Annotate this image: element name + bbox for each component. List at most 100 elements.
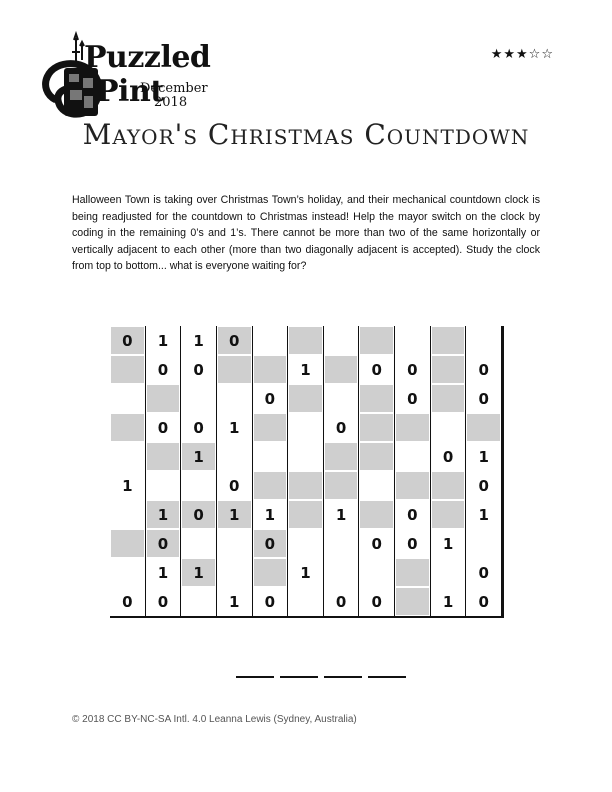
grid-cell[interactable]: 0 (110, 326, 146, 355)
grid-cell[interactable] (288, 500, 324, 529)
grid-cell[interactable]: 0 (146, 587, 182, 616)
answer-blank[interactable] (280, 656, 318, 678)
grid-cell[interactable] (252, 413, 289, 442)
grid-cell[interactable] (431, 558, 467, 587)
grid-cell[interactable] (288, 529, 324, 558)
grid-cell[interactable] (110, 500, 146, 529)
grid-cell[interactable] (466, 529, 502, 558)
grid-cell[interactable]: 1 (288, 558, 324, 587)
grid-cell[interactable]: 0 (466, 558, 502, 587)
grid-cell[interactable]: 1 (466, 500, 502, 529)
grid-cell[interactable]: 0 (146, 413, 182, 442)
grid-cell[interactable] (288, 471, 324, 500)
grid-cell[interactable] (110, 384, 146, 413)
grid-cell[interactable]: 1 (181, 558, 217, 587)
grid-cell[interactable]: 0 (431, 442, 467, 471)
grid-cell[interactable] (323, 355, 360, 384)
grid-cell[interactable] (324, 558, 360, 587)
grid-cell[interactable]: 0 (252, 529, 289, 558)
grid-cell[interactable]: 1 (181, 326, 217, 355)
grid-cell[interactable] (288, 413, 324, 442)
grid-cell[interactable] (252, 471, 289, 500)
grid-cell[interactable] (324, 326, 360, 355)
grid-cell[interactable] (359, 326, 396, 355)
grid-cell[interactable] (324, 529, 360, 558)
grid-cell[interactable]: 0 (466, 355, 502, 384)
grid-cell[interactable]: 0 (324, 587, 360, 616)
grid-cell[interactable]: 0 (466, 471, 502, 500)
grid-cell[interactable] (288, 442, 324, 471)
grid-cell[interactable] (359, 558, 396, 587)
grid-cell[interactable] (110, 529, 146, 558)
grid-cell[interactable]: 1 (431, 587, 467, 616)
grid-cell[interactable] (395, 471, 431, 500)
grid-cell[interactable] (430, 500, 467, 529)
grid-cell[interactable]: 0 (181, 413, 217, 442)
grid-cell[interactable] (145, 384, 182, 413)
grid-cell[interactable]: 1 (181, 442, 217, 471)
grid-cell[interactable] (323, 442, 360, 471)
grid-cell[interactable]: 0 (466, 384, 502, 413)
grid-cell[interactable] (181, 384, 217, 413)
grid-cell[interactable] (252, 558, 289, 587)
grid-cell[interactable] (395, 587, 431, 616)
grid-cell[interactable] (395, 413, 431, 442)
grid-cell[interactable]: 1 (146, 326, 182, 355)
grid-cell[interactable] (110, 442, 146, 471)
grid-cell[interactable]: 1 (216, 500, 253, 529)
grid-cell[interactable]: 0 (395, 529, 431, 558)
grid-cell[interactable]: 0 (359, 355, 396, 384)
grid-cell[interactable] (181, 587, 217, 616)
grid-cell[interactable]: 1 (288, 355, 324, 384)
grid-cell[interactable] (110, 413, 146, 442)
grid-cell[interactable]: 0 (145, 529, 182, 558)
grid-cell[interactable] (253, 326, 289, 355)
grid-cell[interactable] (288, 587, 324, 616)
grid-cell[interactable] (359, 471, 396, 500)
grid-cell[interactable] (324, 384, 360, 413)
grid-cell[interactable]: 0 (181, 500, 217, 529)
grid-cell[interactable] (146, 471, 182, 500)
grid-cell[interactable] (359, 500, 396, 529)
grid-cell[interactable]: 0 (466, 587, 502, 616)
grid-cell[interactable] (217, 529, 253, 558)
grid-cell[interactable]: 0 (253, 587, 289, 616)
grid-cell[interactable]: 0 (253, 384, 289, 413)
grid-cell[interactable]: 0 (324, 413, 360, 442)
grid-cell[interactable]: 1 (324, 500, 360, 529)
grid-cell[interactable] (217, 384, 253, 413)
grid-cell[interactable] (252, 355, 289, 384)
grid-cell[interactable] (395, 326, 431, 355)
answer-blank[interactable] (236, 656, 274, 678)
grid-cell[interactable] (110, 558, 146, 587)
grid-cell[interactable]: 1 (253, 500, 289, 529)
grid-cell[interactable] (431, 413, 467, 442)
grid-cell[interactable] (288, 384, 324, 413)
grid-cell[interactable]: 0 (395, 500, 431, 529)
grid-cell[interactable] (217, 558, 253, 587)
grid-cell[interactable]: 0 (359, 529, 396, 558)
grid-cell[interactable] (430, 355, 467, 384)
grid-cell[interactable]: 1 (217, 413, 253, 442)
grid-cell[interactable]: 0 (110, 587, 146, 616)
grid-cell[interactable] (181, 471, 217, 500)
grid-cell[interactable]: 0 (217, 471, 253, 500)
grid-cell[interactable] (216, 355, 253, 384)
grid-cell[interactable] (359, 413, 396, 442)
grid-cell[interactable] (466, 326, 502, 355)
grid-cell[interactable]: 1 (110, 471, 146, 500)
grid-cell[interactable] (430, 326, 467, 355)
grid-cell[interactable] (181, 529, 217, 558)
grid-cell[interactable]: 0 (146, 355, 182, 384)
grid-cell[interactable] (110, 355, 146, 384)
answer-blank[interactable] (368, 656, 406, 678)
grid-cell[interactable] (253, 442, 289, 471)
grid-cell[interactable]: 1 (431, 529, 467, 558)
grid-cell[interactable] (359, 384, 396, 413)
grid-cell[interactable] (323, 471, 360, 500)
grid-cell[interactable] (395, 442, 431, 471)
grid-cell[interactable]: 0 (395, 355, 431, 384)
grid-cell[interactable]: 0 (216, 326, 253, 355)
grid-cell[interactable]: 0 (181, 355, 217, 384)
grid-cell[interactable] (430, 384, 467, 413)
